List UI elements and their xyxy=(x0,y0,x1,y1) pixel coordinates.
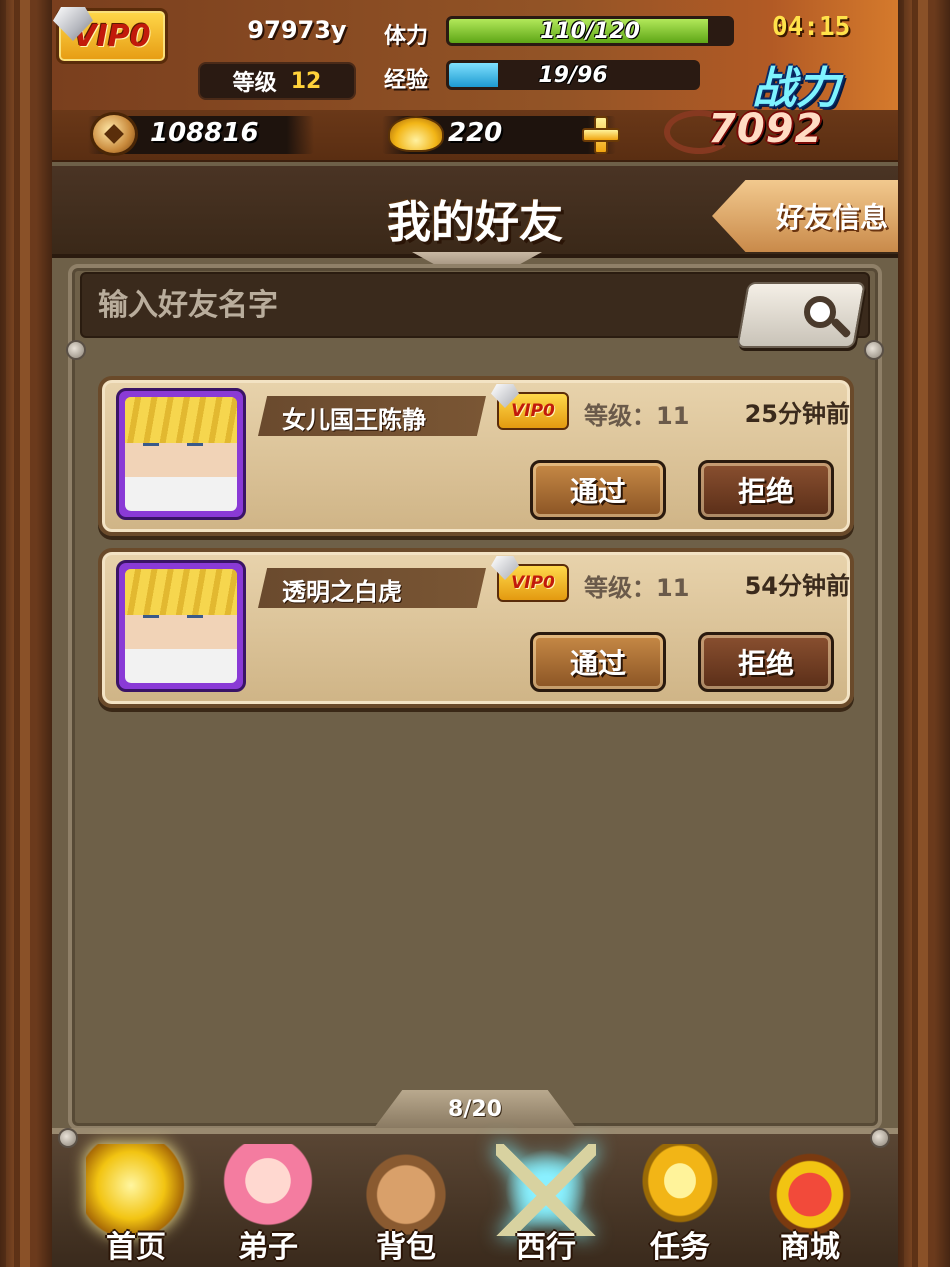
gold-amount: 220 xyxy=(448,118,503,148)
nav-tasks[interactable]: 任务 xyxy=(616,1138,744,1266)
level-value: 12 xyxy=(290,68,322,94)
avatar[interactable] xyxy=(116,560,246,692)
add-gold-button[interactable] xyxy=(582,116,620,154)
left-wood-frame xyxy=(0,0,52,1267)
requester-level: 等级：11 xyxy=(584,574,690,602)
character-portrait xyxy=(125,569,237,683)
game-screen: VIP0 97973y 等级 12 体力 110/120 经验 19/96 04… xyxy=(52,0,898,1267)
reject-label: 拒绝 xyxy=(737,475,794,508)
vip-badge[interactable]: VIP0 xyxy=(53,7,168,64)
accept-button[interactable]: 通过 xyxy=(530,632,666,692)
nav-disciple[interactable]: 弟子 xyxy=(204,1138,332,1266)
friend-request-card: 女儿国王陈静 VIP0 等级：11 25分钟前 通过 拒绝 xyxy=(98,376,854,536)
copper-amount: 108816 xyxy=(150,118,259,148)
vip-badge: VIP0 xyxy=(491,556,569,602)
requester-level: 等级：11 xyxy=(584,402,690,430)
copper-coin-icon xyxy=(90,112,138,156)
requester-name: 透明之白虎 xyxy=(282,578,402,606)
nav-label: 任务 xyxy=(650,1230,710,1265)
requester-name: 女儿国王陈静 xyxy=(282,406,426,434)
reject-button[interactable]: 拒绝 xyxy=(698,632,834,692)
nav-journey[interactable]: 西行 xyxy=(482,1138,610,1266)
nav-label: 商城 xyxy=(780,1230,840,1265)
request-time: 54分钟前 xyxy=(744,572,850,600)
accept-label: 通过 xyxy=(569,647,626,680)
stamina-label: 体力 xyxy=(384,24,429,49)
page-count: 8/20 xyxy=(448,1096,502,1122)
right-wood-frame xyxy=(898,0,950,1267)
reject-label: 拒绝 xyxy=(737,647,794,680)
nav-label: 西行 xyxy=(516,1230,576,1265)
nav-label: 首页 xyxy=(106,1230,166,1265)
nav-home[interactable]: 首页 xyxy=(72,1138,200,1266)
exp-label: 经验 xyxy=(384,68,429,93)
accept-button[interactable]: 通过 xyxy=(530,460,666,520)
vip-label: VIP0 xyxy=(511,401,555,421)
player-level: 等级 12 xyxy=(198,62,356,100)
avatar[interactable] xyxy=(116,388,246,520)
nav-shop[interactable]: 商城 xyxy=(746,1138,874,1266)
name-banner: 女儿国王陈静 xyxy=(258,396,486,436)
clock: 04:15 xyxy=(772,12,851,42)
nav-backpack[interactable]: 背包 xyxy=(342,1138,470,1266)
stamina-text: 110/120 xyxy=(540,18,640,44)
request-time: 25分钟前 xyxy=(744,400,850,428)
accept-label: 通过 xyxy=(569,475,626,508)
stamina-bar: 110/120 xyxy=(446,16,734,46)
power-value: 7092 xyxy=(708,106,824,152)
reject-button[interactable]: 拒绝 xyxy=(698,460,834,520)
exp-text: 19/96 xyxy=(538,62,608,88)
search-icon[interactable] xyxy=(800,294,860,340)
exp-bar: 19/96 xyxy=(446,60,700,90)
gold-ingot-icon xyxy=(388,116,444,152)
name-banner: 透明之白虎 xyxy=(258,568,486,608)
level-label: 等级 xyxy=(232,71,277,96)
friend-info-button[interactable]: 好友信息 xyxy=(712,180,898,252)
page-indicator: 8/20 xyxy=(374,1090,576,1128)
nav-label: 背包 xyxy=(376,1230,436,1265)
friend-info-label: 好友信息 xyxy=(775,201,888,234)
player-name: 97973y xyxy=(247,16,347,44)
friend-request-card: 透明之白虎 VIP0 等级：11 54分钟前 通过 拒绝 xyxy=(98,548,854,708)
friend-name-input[interactable] xyxy=(98,274,738,336)
vip-label: VIP0 xyxy=(511,573,555,593)
nav-label: 弟子 xyxy=(238,1230,298,1265)
bolt-icon xyxy=(66,340,86,360)
bolt-icon xyxy=(864,340,884,360)
vip-badge: VIP0 xyxy=(491,384,569,430)
character-portrait xyxy=(125,397,237,511)
